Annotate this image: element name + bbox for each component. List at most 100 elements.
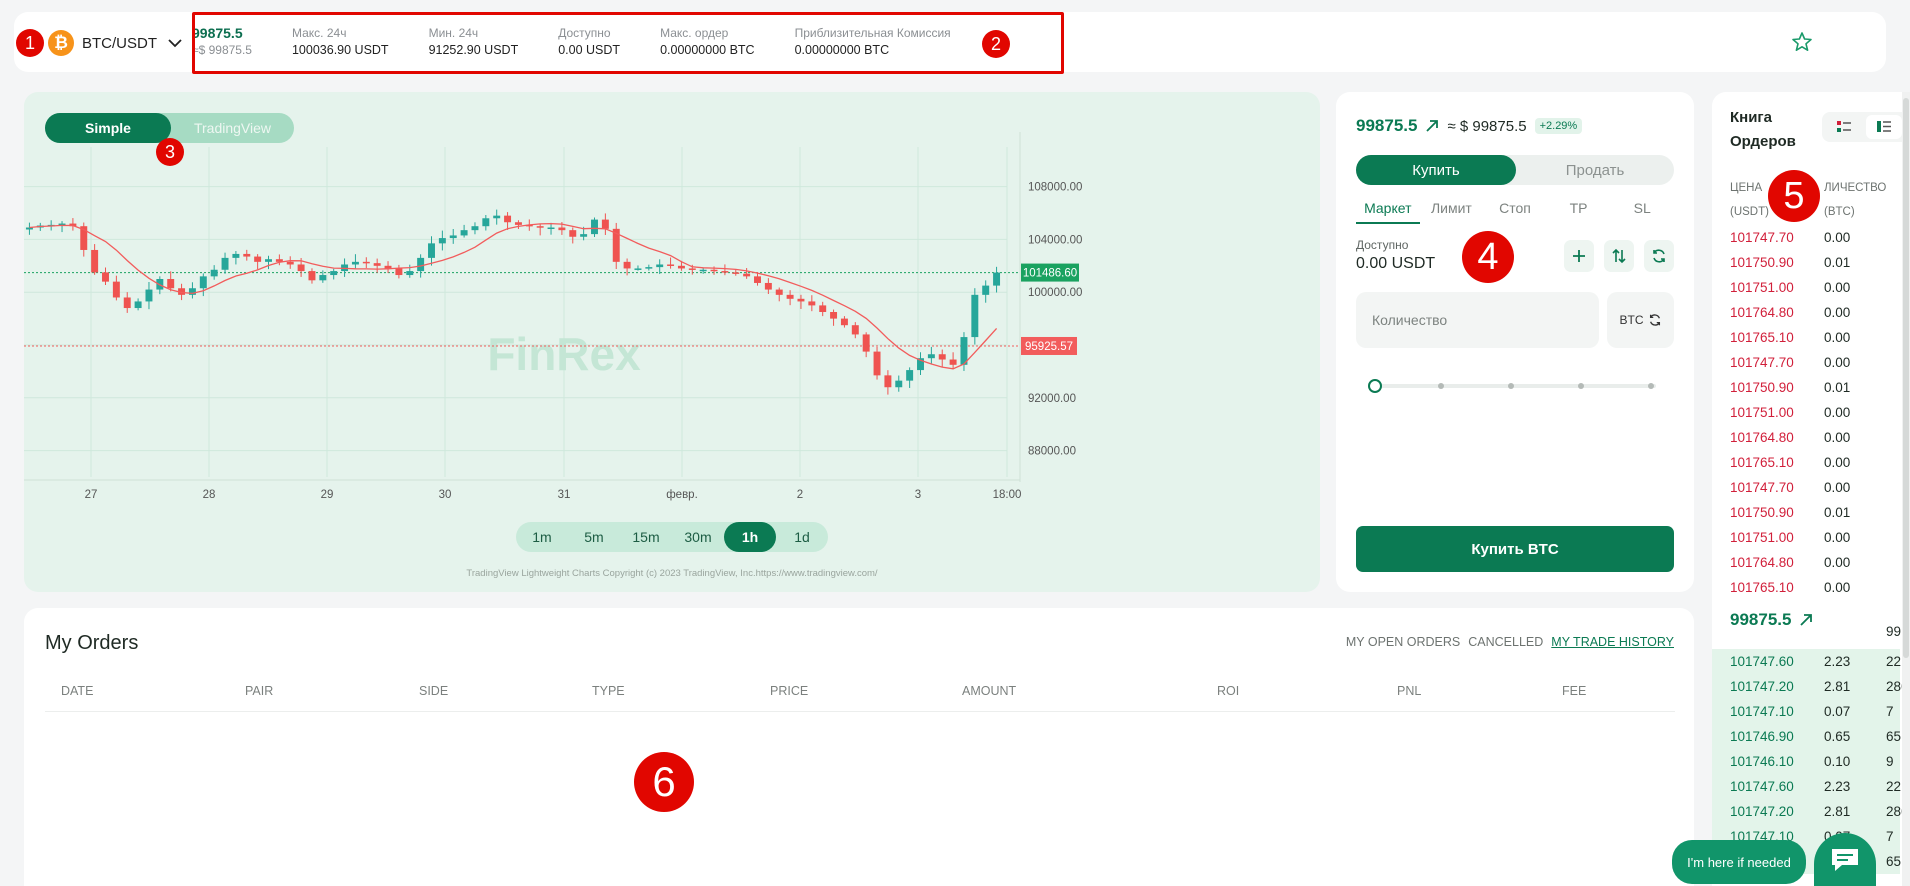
bid-amount: 2.23 (1824, 654, 1851, 669)
book-bids-only-button[interactable] (1866, 115, 1902, 139)
slider-step-25[interactable] (1438, 383, 1444, 389)
timeframe-1h[interactable]: 1h (724, 522, 776, 552)
trade-history-link[interactable]: MY TRADE HISTORY (1551, 635, 1674, 649)
orders-filter-links: MY OPEN ORDERS CANCELLED MY TRADE HISTOR… (1346, 635, 1674, 649)
tab-sl[interactable]: SL (1610, 200, 1674, 224)
bid-price: 101747.10 (1730, 704, 1794, 719)
ask-row[interactable]: 101751.00 0.00 (1712, 400, 1910, 425)
ask-row[interactable]: 101751.00 0.00 (1712, 275, 1910, 300)
slider-step-75[interactable] (1578, 383, 1584, 389)
candle-body (667, 264, 675, 266)
candle-body (819, 305, 827, 312)
timeframe-1m[interactable]: 1m (516, 522, 568, 552)
ask-amount: 0.00 (1824, 355, 1851, 370)
refresh-icon (1653, 249, 1665, 263)
bid-price: 101747.20 (1730, 804, 1794, 819)
sell-tab[interactable]: Продать (1516, 155, 1674, 185)
bid-row[interactable]: 101747.20 2.81 286 (1712, 674, 1910, 699)
chat-tooltip[interactable]: I'm here if needed (1672, 840, 1806, 884)
ask-amount: 0.00 (1824, 230, 1851, 245)
pair-selector[interactable]: ₿ BTC/USDT (48, 30, 185, 56)
candle-body (112, 281, 120, 298)
price-chart[interactable]: 27 28 29 30 31 февр. 2 3 18:00 108000.00 104000.00… (24, 92, 1320, 592)
transfer-button[interactable] (1604, 240, 1634, 272)
ask-row[interactable]: 101765.10 0.00 (1712, 450, 1910, 475)
tradingview-view-button[interactable]: TradingView (171, 113, 294, 143)
timeframe-30m[interactable]: 30m (672, 522, 724, 552)
plus-icon (1573, 250, 1585, 262)
candle-body (373, 263, 381, 266)
bid-total: 65 (1886, 729, 1902, 744)
unit-switch-button[interactable]: BTC (1607, 292, 1674, 348)
ask-row[interactable]: 101751.00 0.00 (1712, 525, 1910, 550)
ask-row[interactable]: 101747.70 0.00 (1712, 475, 1910, 500)
candle-body (449, 235, 457, 239)
timeframe-1d[interactable]: 1d (776, 522, 828, 552)
ask-row[interactable]: 101765.10 0.00 (1712, 325, 1910, 350)
ask-row[interactable]: 101764.80 0.00 (1712, 550, 1910, 575)
bid-row[interactable]: 101747.10 0.07 7 (1712, 699, 1910, 724)
ask-price: 101747.70 (1730, 480, 1794, 495)
candle-body (308, 271, 316, 281)
bid-total: 65 (1886, 854, 1902, 869)
slider-step-50[interactable] (1508, 383, 1514, 389)
candle-body (460, 230, 468, 236)
col-price: PRICE (770, 684, 809, 698)
buy-btc-button[interactable]: Купить BTC (1356, 526, 1674, 572)
swap-arrows-icon (1612, 248, 1626, 264)
annotation-box (192, 12, 1064, 74)
quantity-input[interactable] (1356, 292, 1599, 348)
bid-row[interactable]: 101747.60 2.23 22 (1712, 649, 1910, 674)
order-book-scrollbar[interactable] (1902, 92, 1910, 886)
ask-amount: 0.01 (1824, 505, 1851, 520)
tab-stop[interactable]: Стоп (1483, 200, 1547, 224)
timeframe-selector: 1m 5m 15m 30m 1h 1d (516, 522, 828, 552)
favorite-star-icon[interactable] (1790, 30, 1814, 54)
tab-tp[interactable]: TP (1547, 200, 1611, 224)
bid-total: 22 (1886, 654, 1902, 669)
arrow-up-right-icon (1426, 120, 1439, 132)
order-book-title: Книга Ордеров (1730, 109, 1796, 150)
open-orders-link[interactable]: MY OPEN ORDERS (1346, 635, 1460, 649)
ask-row[interactable]: 101764.80 0.00 (1712, 300, 1910, 325)
bid-amount: 2.81 (1824, 804, 1851, 819)
candle-body (514, 222, 522, 225)
slider-step-100[interactable] (1648, 383, 1654, 389)
candle-body (351, 261, 359, 265)
chevron-down-icon (168, 39, 182, 48)
ask-amount: 0.01 (1824, 380, 1851, 395)
slider-handle[interactable] (1368, 379, 1382, 393)
chat-button[interactable] (1814, 833, 1876, 886)
candle-body (797, 298, 805, 302)
bid-row[interactable]: 101746.10 0.10 9 (1712, 749, 1910, 774)
ask-row[interactable]: 101747.70 0.00 (1712, 350, 1910, 375)
ask-row[interactable]: 101750.90 0.01 (1712, 250, 1910, 275)
ask-row[interactable]: 101750.90 0.01 (1712, 375, 1910, 400)
bid-row[interactable]: 101746.90 0.65 65 (1712, 724, 1910, 749)
annotation-marker-5: 5 (1768, 170, 1820, 222)
bid-price: 101747.60 (1730, 654, 1794, 669)
timeframe-15m[interactable]: 15m (620, 522, 672, 552)
ask-row[interactable]: 101747.70 0.00 (1712, 225, 1910, 250)
col-fee: FEE (1562, 684, 1587, 698)
ask-row[interactable]: 101750.90 0.01 (1712, 500, 1910, 525)
tab-limit[interactable]: Лимит (1420, 200, 1484, 224)
buy-tab[interactable]: Купить (1356, 155, 1516, 185)
book-both-sides-button[interactable] (1826, 115, 1862, 139)
x-tick-label: 31 (558, 489, 571, 501)
deposit-button[interactable] (1564, 240, 1594, 272)
tab-market[interactable]: Маркет (1356, 200, 1420, 224)
cancelled-link[interactable]: CANCELLED (1468, 635, 1543, 649)
bid-row[interactable]: 101747.20 2.81 286 (1712, 799, 1910, 824)
refresh-button[interactable] (1644, 240, 1674, 272)
amount-slider[interactable] (1368, 379, 1656, 393)
ask-row[interactable]: 101764.80 0.00 (1712, 425, 1910, 450)
scrollbar-thumb[interactable] (1903, 98, 1909, 658)
annotation-marker-1: 1 (16, 29, 44, 57)
candle-body (895, 380, 903, 388)
candle-body (993, 272, 1001, 286)
bid-row[interactable]: 101747.60 2.23 22 (1712, 774, 1910, 799)
simple-view-button[interactable]: Simple (45, 113, 171, 143)
timeframe-5m[interactable]: 5m (568, 522, 620, 552)
ask-row[interactable]: 101765.10 0.00 (1712, 575, 1910, 600)
